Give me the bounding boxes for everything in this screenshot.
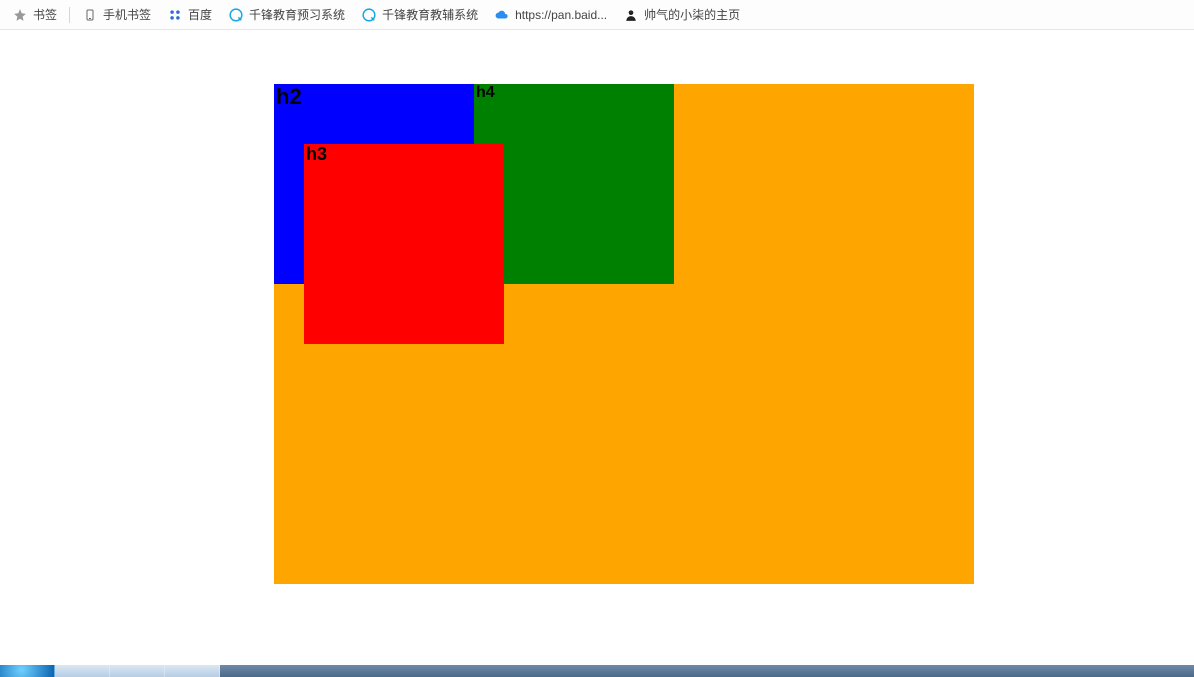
bookmark-label: 书签 — [33, 6, 57, 23]
bookmark-item-5[interactable]: https://pan.baid... — [486, 0, 615, 29]
page-content: h2 h3 h4 — [0, 30, 1194, 677]
taskbar-button[interactable] — [110, 665, 165, 677]
h4-label: h4 — [474, 84, 497, 101]
bookmark-label: https://pan.baid... — [515, 8, 607, 22]
bookmark-item-2[interactable]: 百度 — [159, 0, 220, 29]
bookmark-item-6[interactable]: 帅气的小柒的主页 — [615, 0, 748, 29]
bookmark-label: 手机书签 — [103, 6, 151, 23]
h2-label: h2 — [274, 84, 304, 109]
person-icon — [623, 7, 639, 23]
bookmark-item-3[interactable]: 千锋教育预习系统 — [220, 0, 353, 29]
star-icon — [12, 7, 28, 23]
h4-box: h4 — [474, 84, 674, 284]
bookmark-label: 百度 — [188, 6, 212, 23]
qianfeng-icon — [361, 7, 377, 23]
h3-box: h3 — [304, 144, 504, 344]
taskbar — [0, 665, 1194, 677]
phone-icon — [82, 7, 98, 23]
bookmark-item-1[interactable]: 手机书签 — [74, 0, 159, 29]
qianfeng-icon — [228, 7, 244, 23]
bookmark-item-0[interactable]: 书签 — [4, 0, 65, 29]
bookmark-separator — [69, 7, 70, 23]
bookmark-item-4[interactable]: 千锋教育教辅系统 — [353, 0, 486, 29]
cloud-icon — [494, 7, 510, 23]
bookmark-label: 帅气的小柒的主页 — [644, 6, 740, 23]
baidu-icon — [167, 7, 183, 23]
h3-label: h3 — [304, 144, 329, 164]
start-button[interactable] — [0, 665, 55, 677]
bookmark-label: 千锋教育教辅系统 — [382, 6, 478, 23]
bookmark-bar: 书签 手机书签 百度 千锋教育预习系统 千锋教育教辅系统 https://pan… — [0, 0, 1194, 30]
taskbar-button[interactable] — [55, 665, 110, 677]
bookmark-label: 千锋教育预习系统 — [249, 6, 345, 23]
h1-box: h2 h3 h4 — [274, 84, 974, 584]
taskbar-button[interactable] — [165, 665, 220, 677]
h2-box: h2 h3 — [274, 84, 474, 284]
